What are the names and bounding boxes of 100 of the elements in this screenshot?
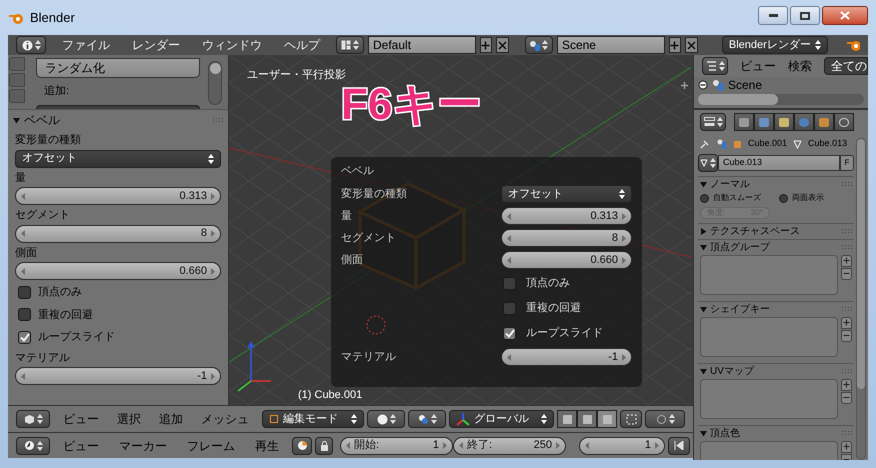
number-field[interactable]: 8 xyxy=(15,224,221,242)
snap-button[interactable] xyxy=(620,410,642,428)
checkbox[interactable] xyxy=(503,302,516,315)
panel-title[interactable]: 頂点グループ xyxy=(710,240,839,255)
number-field[interactable]: 0.313 xyxy=(501,207,632,225)
remove-button[interactable] xyxy=(841,330,852,342)
panel-title[interactable]: ベベル xyxy=(24,111,209,129)
collapse-triangle-icon[interactable] xyxy=(700,368,707,375)
scrollbar[interactable] xyxy=(208,61,222,105)
panel-title[interactable]: テクスチャスペース xyxy=(710,224,839,239)
menu-item[interactable]: ビュー xyxy=(740,57,776,75)
proportional-dropdown[interactable] xyxy=(645,410,685,428)
collapse-triangle-icon[interactable] xyxy=(700,430,707,437)
checkbox[interactable] xyxy=(503,327,516,340)
delete-layout-button[interactable] xyxy=(496,37,509,53)
select-mode-button[interactable] xyxy=(577,410,597,428)
filter-dropdown[interactable]: 全ての xyxy=(824,57,868,75)
collapse-triangle-icon[interactable] xyxy=(700,181,707,188)
mesh-browse-button[interactable] xyxy=(698,154,718,172)
collapse-triangle-icon[interactable] xyxy=(700,306,707,313)
panel-title[interactable]: UVマップ xyxy=(710,364,839,379)
start-frame-field[interactable]: 開始: 1 xyxy=(340,436,453,454)
mesh-name-field[interactable]: Cube.013 xyxy=(718,155,840,171)
menu-item[interactable]: フレーム xyxy=(187,436,235,454)
menu-item[interactable]: ファイル xyxy=(62,36,110,54)
add-layout-button[interactable] xyxy=(480,37,492,53)
checkbox[interactable] xyxy=(503,277,516,290)
dropdown[interactable] xyxy=(36,104,200,109)
minimize-button[interactable] xyxy=(758,6,788,25)
select-mode-button[interactable] xyxy=(597,410,617,428)
menu-item[interactable]: ヘルプ xyxy=(284,36,320,54)
scene-tab[interactable] xyxy=(774,113,794,131)
editor-type-button[interactable] xyxy=(16,436,50,454)
delete-scene-button[interactable] xyxy=(685,37,698,53)
select-mode-button[interactable] xyxy=(557,410,577,428)
radio-button[interactable] xyxy=(700,194,709,202)
panel-title[interactable]: シェイプキー xyxy=(710,302,839,317)
globe-tab[interactable] xyxy=(794,113,814,131)
collapse-icon[interactable] xyxy=(698,80,708,90)
checkbox[interactable] xyxy=(18,308,31,322)
current-frame-field[interactable]: 1 xyxy=(579,436,665,454)
dropdown[interactable]: オフセット xyxy=(15,150,221,168)
add-button[interactable] xyxy=(841,317,852,329)
checkbox[interactable] xyxy=(18,330,31,344)
render-engine-dropdown[interactable]: Blenderレンダー xyxy=(722,36,828,54)
panel-title[interactable]: ノーマル xyxy=(710,177,839,192)
menu-item[interactable]: ビュー xyxy=(63,436,99,454)
fake-user-button[interactable]: F xyxy=(840,155,854,171)
number-field[interactable]: 0.313 xyxy=(15,187,221,205)
menu-item[interactable]: ウィンドウ xyxy=(202,36,262,54)
remove-button[interactable] xyxy=(841,268,852,280)
menu-item[interactable]: マーカー xyxy=(119,436,167,454)
menu-item[interactable]: 再生 xyxy=(255,436,279,454)
close-button[interactable] xyxy=(822,6,868,25)
pivot-dropdown[interactable] xyxy=(408,410,446,428)
menu-item[interactable]: レンダー xyxy=(132,36,180,54)
menu-item[interactable]: 追加 xyxy=(159,410,183,428)
cube-tab[interactable] xyxy=(814,113,834,131)
number-field[interactable]: 0.660 xyxy=(15,262,221,280)
radio-button[interactable] xyxy=(779,194,788,202)
image-tab[interactable] xyxy=(754,113,774,131)
lock-button[interactable] xyxy=(315,436,333,454)
scene-browse-button[interactable] xyxy=(524,36,553,54)
mode-dropdown[interactable]: 編集モード xyxy=(262,410,364,428)
camera-tab[interactable] xyxy=(734,113,754,131)
number-field[interactable]: 0.660 xyxy=(501,251,632,269)
menu-item[interactable]: 選択 xyxy=(117,410,141,428)
editor-type-button[interactable] xyxy=(700,113,726,131)
remove-button[interactable] xyxy=(841,392,852,404)
number-field[interactable]: 8 xyxy=(501,229,632,247)
menu-item[interactable]: メッシュ xyxy=(201,410,249,428)
layout-name-field[interactable]: Default xyxy=(368,36,476,54)
shading-dropdown[interactable] xyxy=(367,410,406,428)
editor-type-button[interactable] xyxy=(16,410,50,428)
keying-button[interactable] xyxy=(292,436,312,454)
checkbox[interactable] xyxy=(18,286,31,299)
editor-type-button[interactable] xyxy=(16,36,46,54)
chain-tab[interactable] xyxy=(834,113,854,131)
editor-type-button[interactable] xyxy=(702,57,728,75)
3d-cursor-icon[interactable] xyxy=(366,315,386,335)
panel-title[interactable]: 頂点色 xyxy=(710,426,839,441)
dropdown[interactable]: オフセット xyxy=(501,185,632,203)
scene-name-field[interactable]: Scene xyxy=(556,36,665,54)
add-button[interactable] xyxy=(841,255,852,267)
menu-item[interactable]: 検索 xyxy=(788,57,812,75)
3d-viewport[interactable]: ユーザー・平行投影 F6キー ベベル 変形量の種類 オフセット 量 0.313 セグメント 8 側面 0.660 頂点のみ 重複の回避 ループスライド マテリアル -1 (1) Cube.001 xyxy=(229,55,693,405)
expand-triangle-icon[interactable] xyxy=(700,228,707,235)
add-scene-button[interactable] xyxy=(668,37,682,53)
jump-start-button[interactable] xyxy=(668,436,690,454)
layout-browse-button[interactable] xyxy=(336,36,364,54)
end-frame-field[interactable]: 終了: 250 xyxy=(453,436,566,454)
orientation-dropdown[interactable]: グローバル xyxy=(449,410,554,428)
menu-item[interactable]: ビュー xyxy=(63,410,99,428)
add-button[interactable] xyxy=(841,441,852,453)
scrollbar[interactable] xyxy=(856,138,866,460)
maximize-button[interactable] xyxy=(790,6,820,25)
tree-item[interactable]: Scene xyxy=(728,76,762,94)
add-button[interactable] xyxy=(841,379,852,391)
collapse-triangle-icon[interactable] xyxy=(13,116,20,124)
number-field[interactable]: -1 xyxy=(501,348,632,366)
